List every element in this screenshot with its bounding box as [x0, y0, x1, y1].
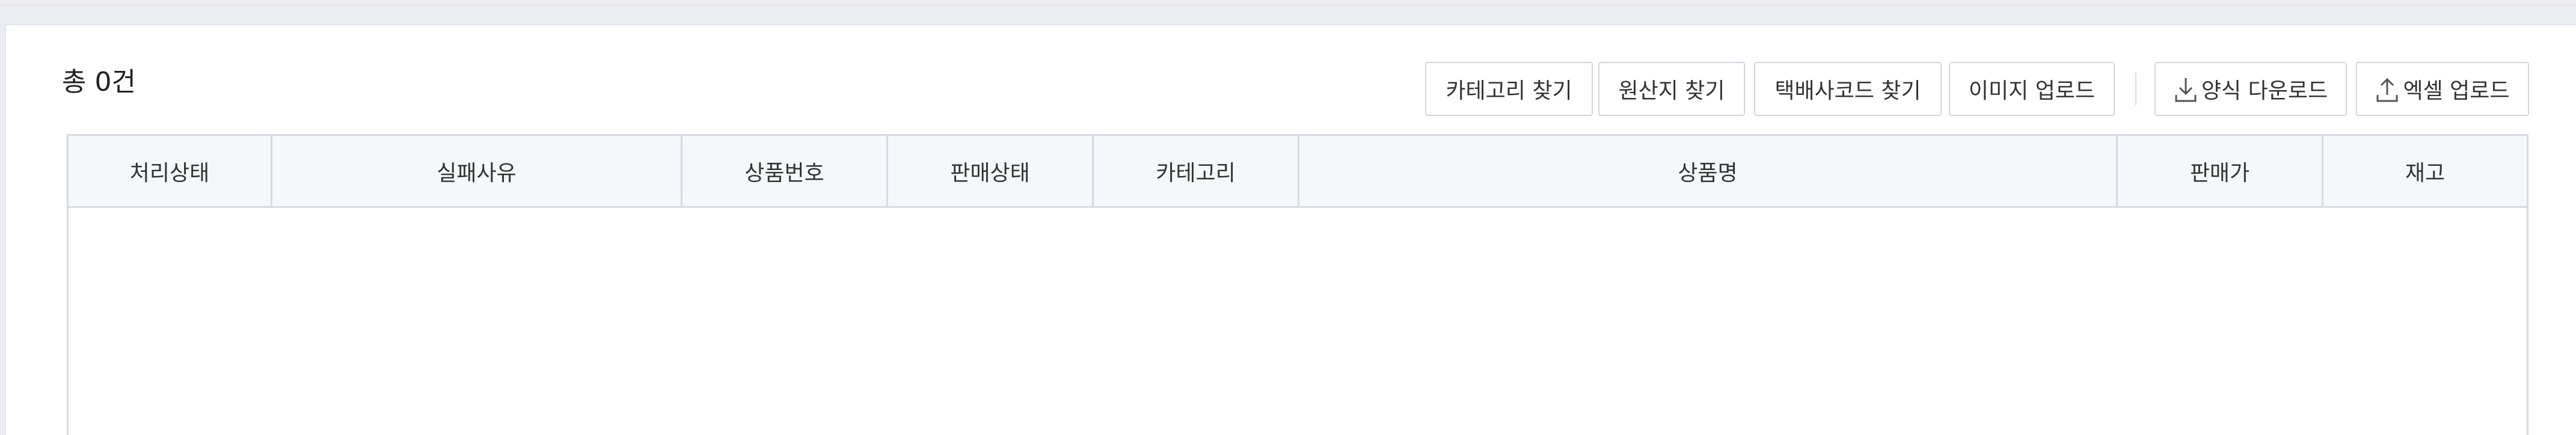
find-category-button[interactable]: 카테고리 찾기: [1425, 62, 1593, 116]
column-header-category[interactable]: 카테고리: [1094, 136, 1299, 206]
product-upload-table: 처리상태 실패사유 상품번호 판매상태 카테고리 상품명 판매가 재고: [67, 134, 2528, 435]
table-body: [69, 208, 2527, 435]
total-count: 총 0건: [62, 67, 136, 97]
download-icon: [2174, 75, 2198, 103]
find-category-label: 카테고리 찾기: [1446, 79, 1572, 103]
table-header: 처리상태 실패사유 상품번호 판매상태 카테고리 상품명 판매가 재고: [69, 136, 2527, 208]
form-download-button[interactable]: 양식 다운로드: [2154, 62, 2347, 116]
find-origin-label: 원산지 찾기: [1618, 79, 1725, 103]
find-origin-button[interactable]: 원산지 찾기: [1598, 62, 1745, 116]
upload-icon: [2375, 75, 2399, 103]
form-download-label: 양식 다운로드: [2201, 79, 2328, 103]
column-header-price[interactable]: 판매가: [2118, 136, 2323, 206]
column-header-status[interactable]: 처리상태: [69, 136, 272, 206]
column-header-sale-status[interactable]: 판매상태: [888, 136, 1094, 206]
column-header-stock[interactable]: 재고: [2323, 136, 2527, 206]
find-courier-code-label: 택배사코드 찾기: [1774, 79, 1921, 103]
toolbar-divider: [2135, 73, 2136, 105]
find-courier-code-button[interactable]: 택배사코드 찾기: [1754, 62, 1942, 116]
image-upload-label: 이미지 업로드: [1968, 79, 2096, 103]
column-header-product-no[interactable]: 상품번호: [682, 136, 888, 206]
column-header-fail-reason[interactable]: 실패사유: [272, 136, 682, 206]
top-strip: [0, 0, 2576, 5]
image-upload-button[interactable]: 이미지 업로드: [1949, 62, 2115, 116]
excel-upload-button[interactable]: 엑셀 업로드: [2356, 62, 2529, 116]
excel-upload-label: 엑셀 업로드: [2403, 79, 2510, 103]
column-header-product-name[interactable]: 상품명: [1299, 136, 2118, 206]
